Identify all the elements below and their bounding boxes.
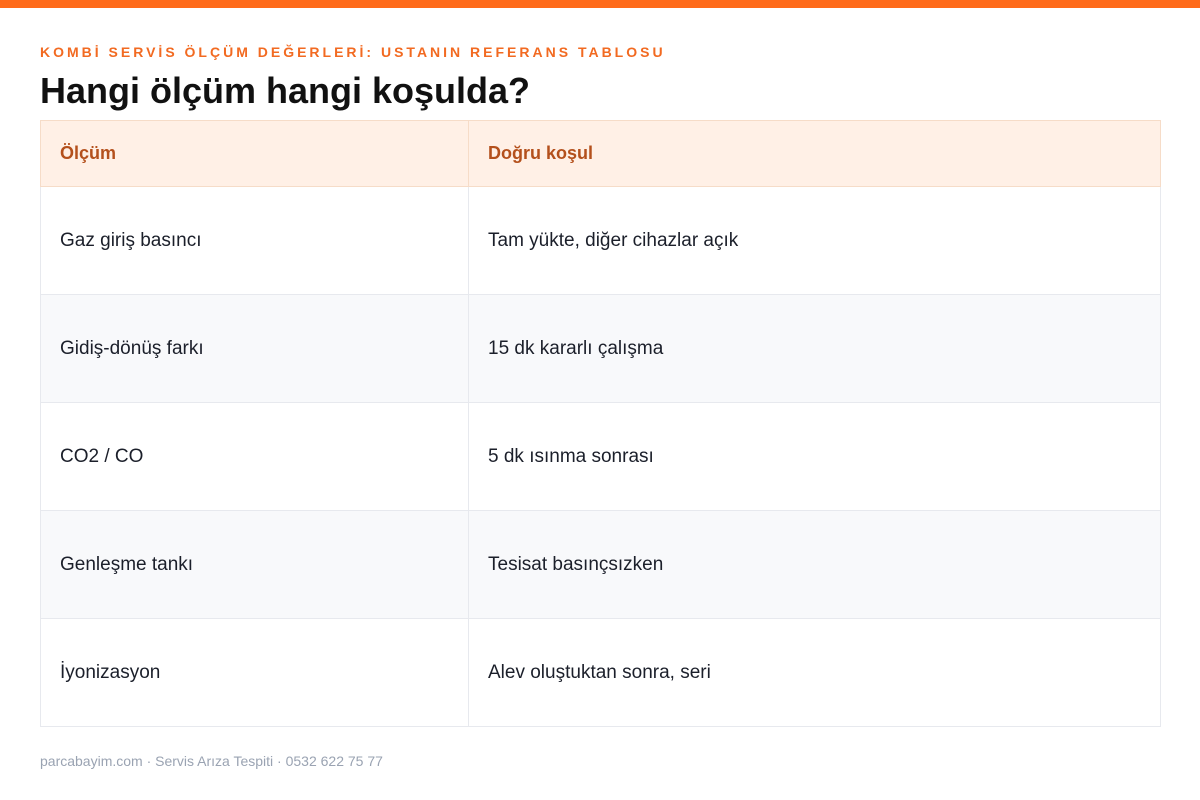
- cell-condition: Tam yükte, diğer cihazlar açık: [468, 186, 1161, 295]
- cell-condition: Tesisat basınçsızken: [468, 510, 1161, 619]
- cell-measurement: Gaz giriş basıncı: [40, 186, 469, 295]
- cell-condition: 15 dk kararlı çalışma: [468, 294, 1161, 403]
- table-row: CO2 / CO 5 dk ısınma sonrası: [40, 402, 1161, 511]
- column-header-measurement: Ölçüm: [40, 120, 469, 187]
- footer-credit: parcabayim.com · Servis Arıza Tespiti · …: [40, 753, 383, 769]
- table-row: Gidiş-dönüş farkı 15 dk kararlı çalışma: [40, 294, 1161, 403]
- cell-measurement: CO2 / CO: [40, 402, 469, 511]
- table-header-row: Ölçüm Doğru koşul: [40, 120, 1161, 187]
- cell-condition: Alev oluştuktan sonra, seri: [468, 618, 1161, 727]
- page-title: Hangi ölçüm hangi koşulda?: [40, 70, 531, 111]
- eyebrow-label: KOMBİ SERVİS ÖLÇÜM DEĞERLERİ: USTANIN RE…: [40, 44, 666, 60]
- cell-measurement: Gidiş-dönüş farkı: [40, 294, 469, 403]
- column-header-condition: Doğru koşul: [468, 120, 1161, 187]
- cell-condition: 5 dk ısınma sonrası: [468, 402, 1161, 511]
- table-row: Genleşme tankı Tesisat basınçsızken: [40, 510, 1161, 619]
- table-row: Gaz giriş basıncı Tam yükte, diğer cihaz…: [40, 186, 1161, 295]
- top-accent-bar: [0, 0, 1200, 8]
- reference-table: Ölçüm Doğru koşul Gaz giriş basıncı Tam …: [40, 120, 1161, 727]
- cell-measurement: İyonizasyon: [40, 618, 469, 727]
- cell-measurement: Genleşme tankı: [40, 510, 469, 619]
- table-row: İyonizasyon Alev oluştuktan sonra, seri: [40, 618, 1161, 727]
